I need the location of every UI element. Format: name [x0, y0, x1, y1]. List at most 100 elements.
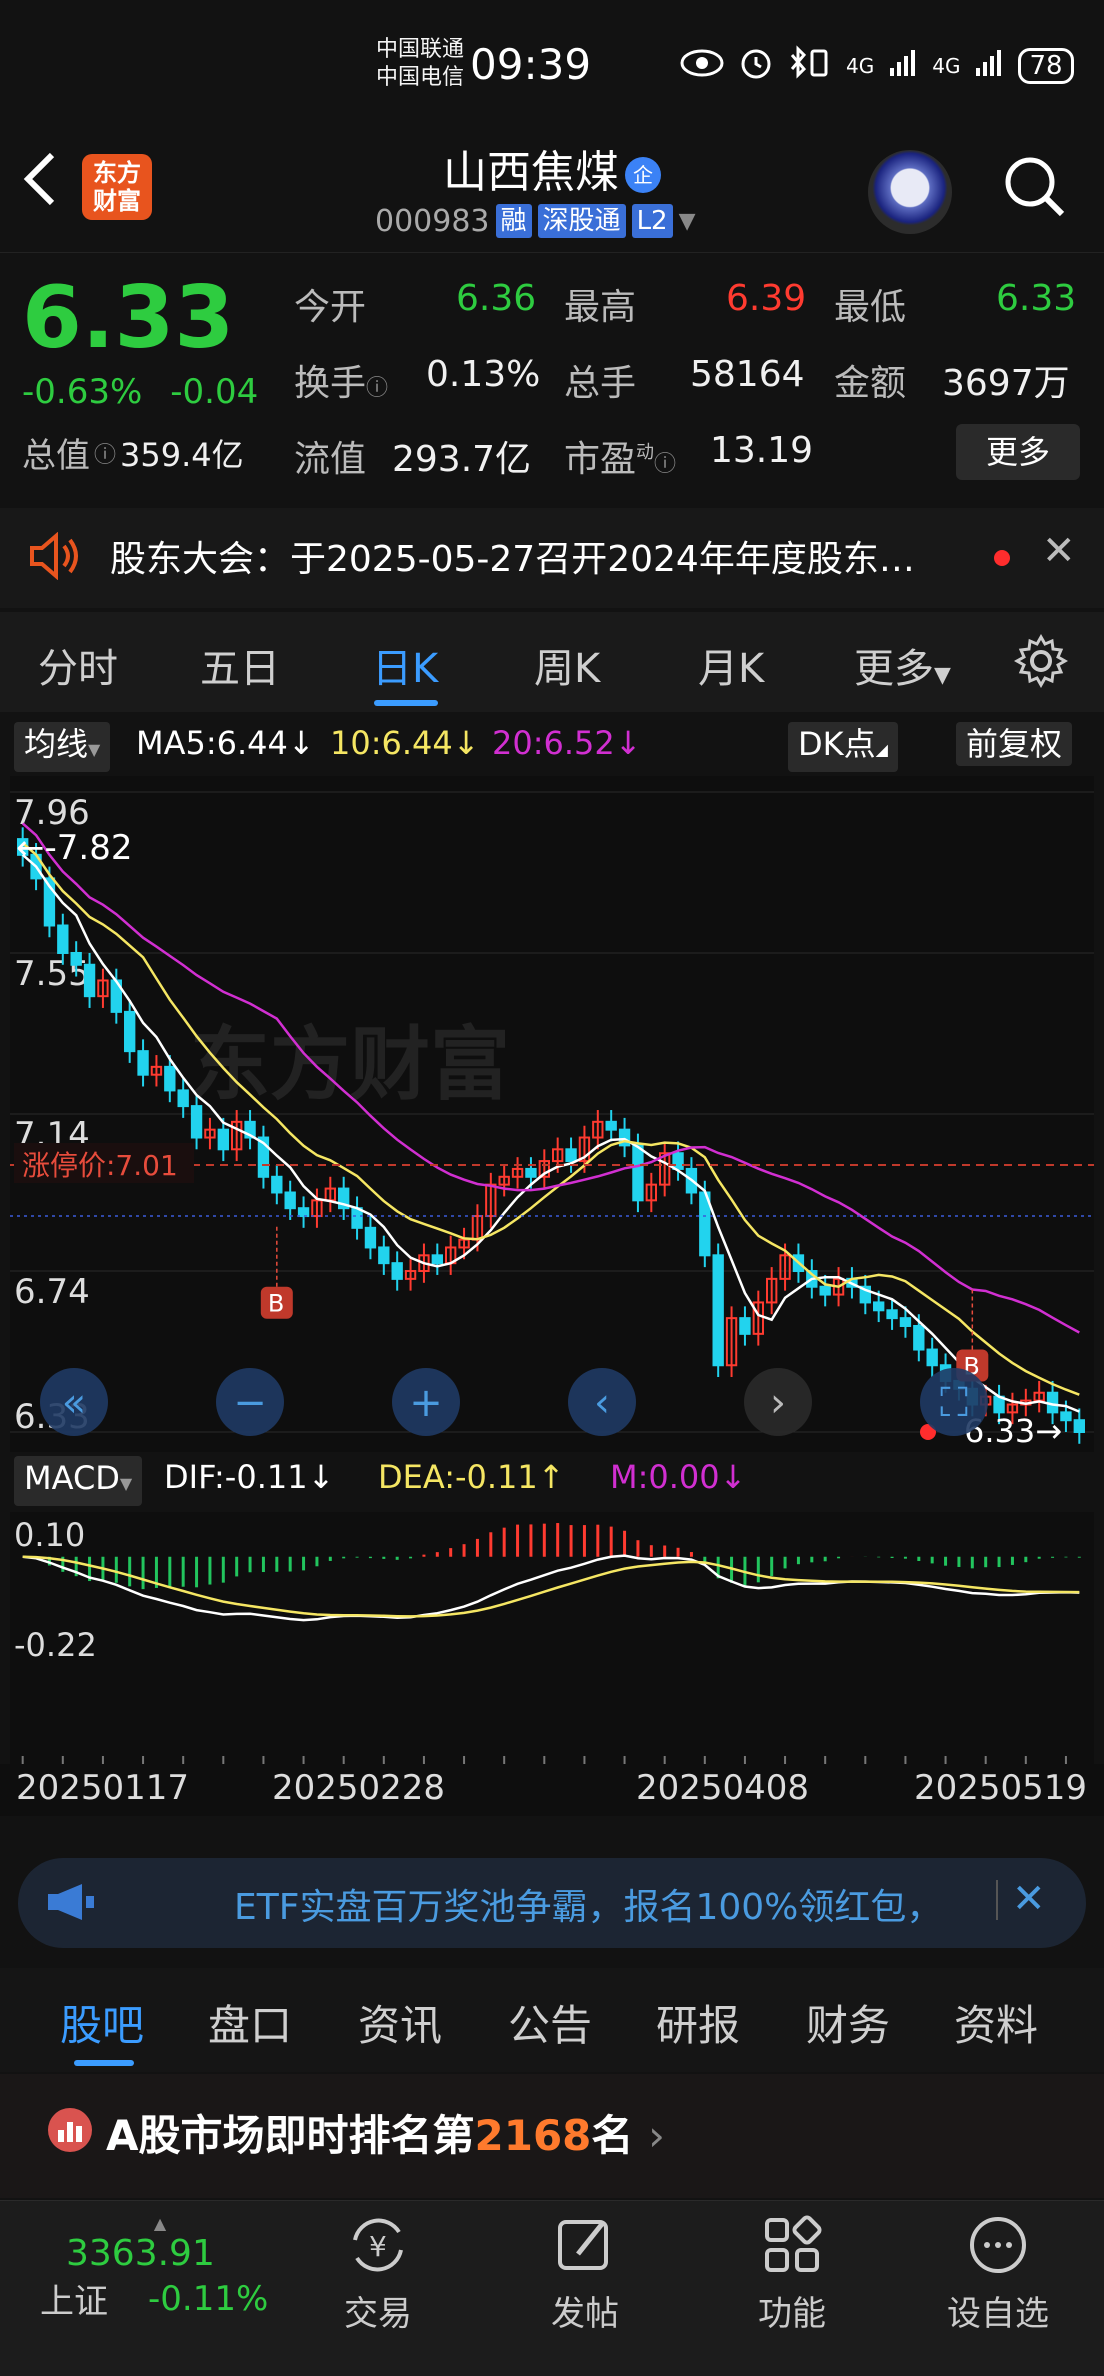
nav-label: 交易 [344, 2294, 412, 2334]
signal-bars-icon [888, 48, 918, 85]
high-value: 6.39 [726, 278, 807, 319]
index-ticker[interactable]: ▲ 3363.91 上证 -0.11% [40, 2214, 280, 2354]
total-value[interactable]: 总值 ⓘ 359.4亿 [22, 428, 244, 477]
svg-text:«: « [62, 1380, 86, 1426]
nav-label: 设自选 [947, 2294, 1049, 2334]
signal-bars-icon [974, 48, 1004, 85]
candle-body [364, 1226, 377, 1249]
candlestick-chart[interactable]: 东方财富 7.967.557.146.746.33 涨停价:7.01←-7.82… [10, 772, 1094, 1452]
tab-more[interactable]: 更多▼ [854, 636, 951, 694]
candle-body [565, 1148, 577, 1163]
change-amount: -0.04 [170, 372, 259, 412]
candle-body [297, 1207, 310, 1218]
zoom-in-button[interactable]: + [392, 1368, 460, 1436]
macd-y-tick: -0.22 [14, 1626, 97, 1664]
adjust-button[interactable]: 前复权 [956, 722, 1073, 766]
pe-label[interactable]: 市盈动ⓘ [564, 430, 676, 482]
buy-signal-label: B [268, 1290, 284, 1318]
fullscreen-button[interactable]: ⛶ [920, 1368, 988, 1436]
limit-up-label: 涨停价:7.01 [22, 1149, 178, 1182]
open-value: 6.36 [456, 278, 537, 319]
tab-daily-k[interactable]: 日K [372, 636, 438, 694]
active-subtab-indicator [74, 2060, 134, 2066]
tab-orderbook[interactable]: 盘口 [208, 1992, 292, 2053]
candle-body [712, 1254, 724, 1367]
caret-down-icon: ▼ [934, 663, 951, 688]
info-icon: ⓘ [94, 442, 117, 468]
rank-suffix: 名 [591, 2111, 634, 2160]
tag-connect: 深股通 [537, 204, 626, 238]
candle-body [378, 1246, 390, 1265]
scroll-left-fast-button[interactable]: « [40, 1368, 108, 1436]
nav-trade[interactable]: ¥ 交易 [298, 2210, 458, 2335]
more-quote-button[interactable]: 更多 [956, 424, 1080, 480]
corner-icon: ◢ [875, 740, 888, 759]
search-button[interactable] [1000, 152, 1070, 222]
caret-up-icon: ▲ [153, 2214, 167, 2233]
notice-text: 股东大会：于2025-05-27召开2024年年度股东… [110, 539, 915, 580]
candle-body [271, 1175, 283, 1194]
scroll-left-button[interactable]: ‹ [568, 1368, 636, 1436]
signal-2: 4G [932, 54, 961, 78]
scroll-right-button[interactable]: › [744, 1368, 812, 1436]
tab-finance[interactable]: 财务 [806, 1992, 890, 2053]
status-icons: 4G 4G 78 [680, 44, 1074, 88]
candle-body [739, 1317, 751, 1335]
tab-intraday[interactable]: 分时 [38, 636, 118, 694]
ma5-value: MA5:6.44↓ [136, 724, 315, 762]
candle-body [164, 1065, 176, 1092]
macd-chart[interactable]: 0.10 -0.22 [10, 1508, 1094, 1764]
svg-text:¥: ¥ [369, 2230, 387, 2263]
unread-dot [994, 550, 1010, 566]
tag-margin: 融 [495, 204, 532, 238]
tab-guba[interactable]: 股吧 [60, 1992, 144, 2053]
index-value: 3363.91 [66, 2233, 215, 2274]
index-change: -0.11% [148, 2278, 269, 2319]
nav-watchlist[interactable]: 设自选 [918, 2210, 1078, 2335]
date-label: 20250117 [16, 1768, 190, 1808]
date-label: 20250228 [272, 1768, 446, 1808]
volume-value: 58164 [690, 354, 805, 395]
total-value-label: 总值 [22, 436, 90, 476]
more-dots-icon [963, 2210, 1033, 2280]
candle-body [190, 1105, 203, 1139]
caret-down-icon: ▼ [88, 740, 101, 759]
stock-name: 山西焦煤 [443, 147, 619, 198]
dif-value: DIF:-0.11↓ [164, 1458, 335, 1496]
candle-body [926, 1348, 938, 1367]
candle-body [217, 1128, 229, 1151]
zoom-out-button[interactable]: − [216, 1368, 284, 1436]
stock-code: 000983 [375, 203, 490, 239]
svg-text:+: + [409, 1380, 443, 1426]
indicator-selector[interactable]: 均线▼ [14, 722, 111, 772]
rank-icon [48, 2108, 92, 2152]
candle-body [70, 951, 82, 966]
tab-profile[interactable]: 资料 [954, 1992, 1038, 2053]
battery-indicator: 78 [1018, 48, 1074, 84]
rank-prefix: A股市场即时排名第 [106, 2111, 475, 2160]
stock-code-row[interactable]: 000983 融 深股通 L2 ▼ [375, 200, 696, 242]
close-icon[interactable]: ✕ [1042, 528, 1076, 574]
index-name: 上证 [40, 2282, 108, 2322]
alarm-icon [738, 45, 774, 88]
tab-monthly-k[interactable]: 月K [698, 636, 764, 694]
tab-five-day[interactable]: 五日 [200, 636, 280, 694]
date-label: 20250519 [914, 1768, 1088, 1808]
nav-functions[interactable]: 功能 [712, 2210, 872, 2335]
tab-announcements[interactable]: 公告 [508, 1992, 592, 2053]
tab-research[interactable]: 研报 [656, 1992, 740, 2053]
macd-selector[interactable]: MACD▼ [14, 1456, 143, 1506]
candle-body [431, 1254, 443, 1265]
dk-point-button[interactable]: DK点◢ [788, 722, 898, 772]
macd-y-tick: 0.10 [14, 1516, 85, 1554]
settings-button[interactable] [1013, 633, 1069, 692]
turnover-label[interactable]: 换手ⓘ [294, 354, 388, 406]
assistant-robot-avatar[interactable] [868, 150, 952, 234]
nav-post[interactable]: 发帖 [505, 2210, 665, 2335]
tab-news[interactable]: 资讯 [358, 1992, 442, 2053]
candle-body [886, 1309, 898, 1320]
candle-body [605, 1120, 617, 1131]
date-axis: 20250117 20250228 20250408 20250519 [0, 1764, 1104, 1816]
tab-weekly-k[interactable]: 周K [534, 636, 600, 694]
close-icon[interactable]: ✕ [1012, 1876, 1046, 1922]
